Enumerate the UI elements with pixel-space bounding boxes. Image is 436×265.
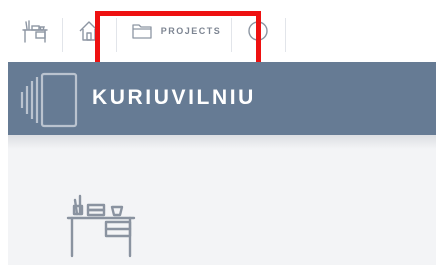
highlight-annotation-box — [95, 11, 261, 68]
nav-desk-button[interactable] — [18, 12, 52, 50]
nav-separator — [285, 18, 286, 52]
banner-shadow — [8, 135, 436, 149]
desk-icon — [22, 20, 48, 43]
nav-separator — [62, 18, 63, 52]
brand-title: KURIUVILNIU — [92, 86, 256, 109]
book-stack-logo-icon — [20, 72, 78, 128]
desk-illustration-icon — [66, 194, 136, 258]
